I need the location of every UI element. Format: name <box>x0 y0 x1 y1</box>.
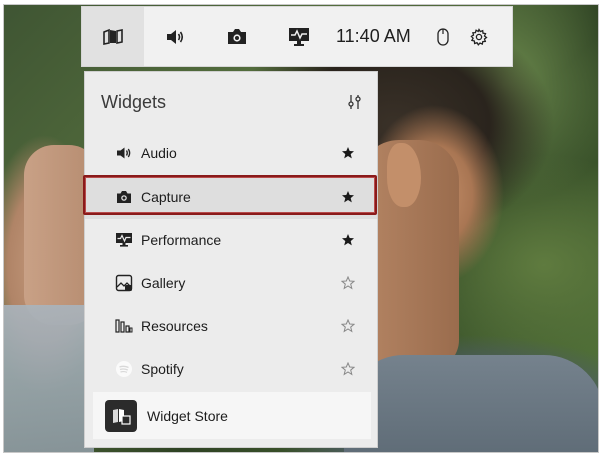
panel-title: Widgets <box>101 92 167 112</box>
widget-item-audio[interactable]: Audio <box>85 132 377 175</box>
audio-button[interactable] <box>144 7 206 66</box>
mouse-button[interactable] <box>425 7 461 66</box>
selection-highlight <box>83 175 377 215</box>
widgets-panel: Widgets Audio Capture Performance Galler… <box>84 71 378 448</box>
widget-store-icon <box>105 399 137 432</box>
favorite-star-filled-icon[interactable] <box>341 145 357 161</box>
settings-button[interactable] <box>461 7 497 66</box>
widget-item-label: Gallery <box>141 275 186 291</box>
widget-item-performance[interactable]: Performance <box>85 219 377 262</box>
favorite-star-outline-icon[interactable] <box>340 275 357 291</box>
capture-button[interactable] <box>206 7 268 66</box>
performance-monitor-icon <box>115 231 133 249</box>
widget-store-button[interactable]: Widget Store <box>93 392 371 439</box>
favorite-star-outline-icon[interactable] <box>340 318 357 334</box>
widget-store-label: Widget Store <box>147 407 228 424</box>
filter-icon[interactable] <box>347 94 363 114</box>
clock: 11:40 AM <box>336 26 411 46</box>
widget-item-resources[interactable]: Resources <box>85 305 377 348</box>
favorite-star-outline-icon[interactable] <box>340 361 357 377</box>
performance-button[interactable] <box>268 7 330 66</box>
widget-menu-button[interactable] <box>82 7 144 66</box>
widget-item-label: Spotify <box>141 361 184 377</box>
spotify-icon <box>115 360 133 378</box>
speaker-icon <box>115 144 133 162</box>
widget-item-gallery[interactable]: Gallery <box>85 262 377 305</box>
widget-item-label: Performance <box>141 232 222 248</box>
game-bar-toolbar: 11:40 AM <box>81 6 513 67</box>
widget-item-label: Audio <box>141 145 177 161</box>
widget-menu-icon <box>103 28 123 46</box>
widget-item-label: Resources <box>141 318 208 334</box>
audio-icon <box>165 29 185 45</box>
widget-item-spotify[interactable]: Spotify <box>85 348 377 391</box>
performance-icon <box>288 27 310 47</box>
mouse-icon <box>437 27 449 46</box>
gallery-icon <box>115 274 133 292</box>
capture-icon <box>227 28 247 45</box>
settings-icon <box>470 27 488 46</box>
resources-icon <box>115 317 133 335</box>
favorite-star-filled-icon[interactable] <box>341 232 357 248</box>
